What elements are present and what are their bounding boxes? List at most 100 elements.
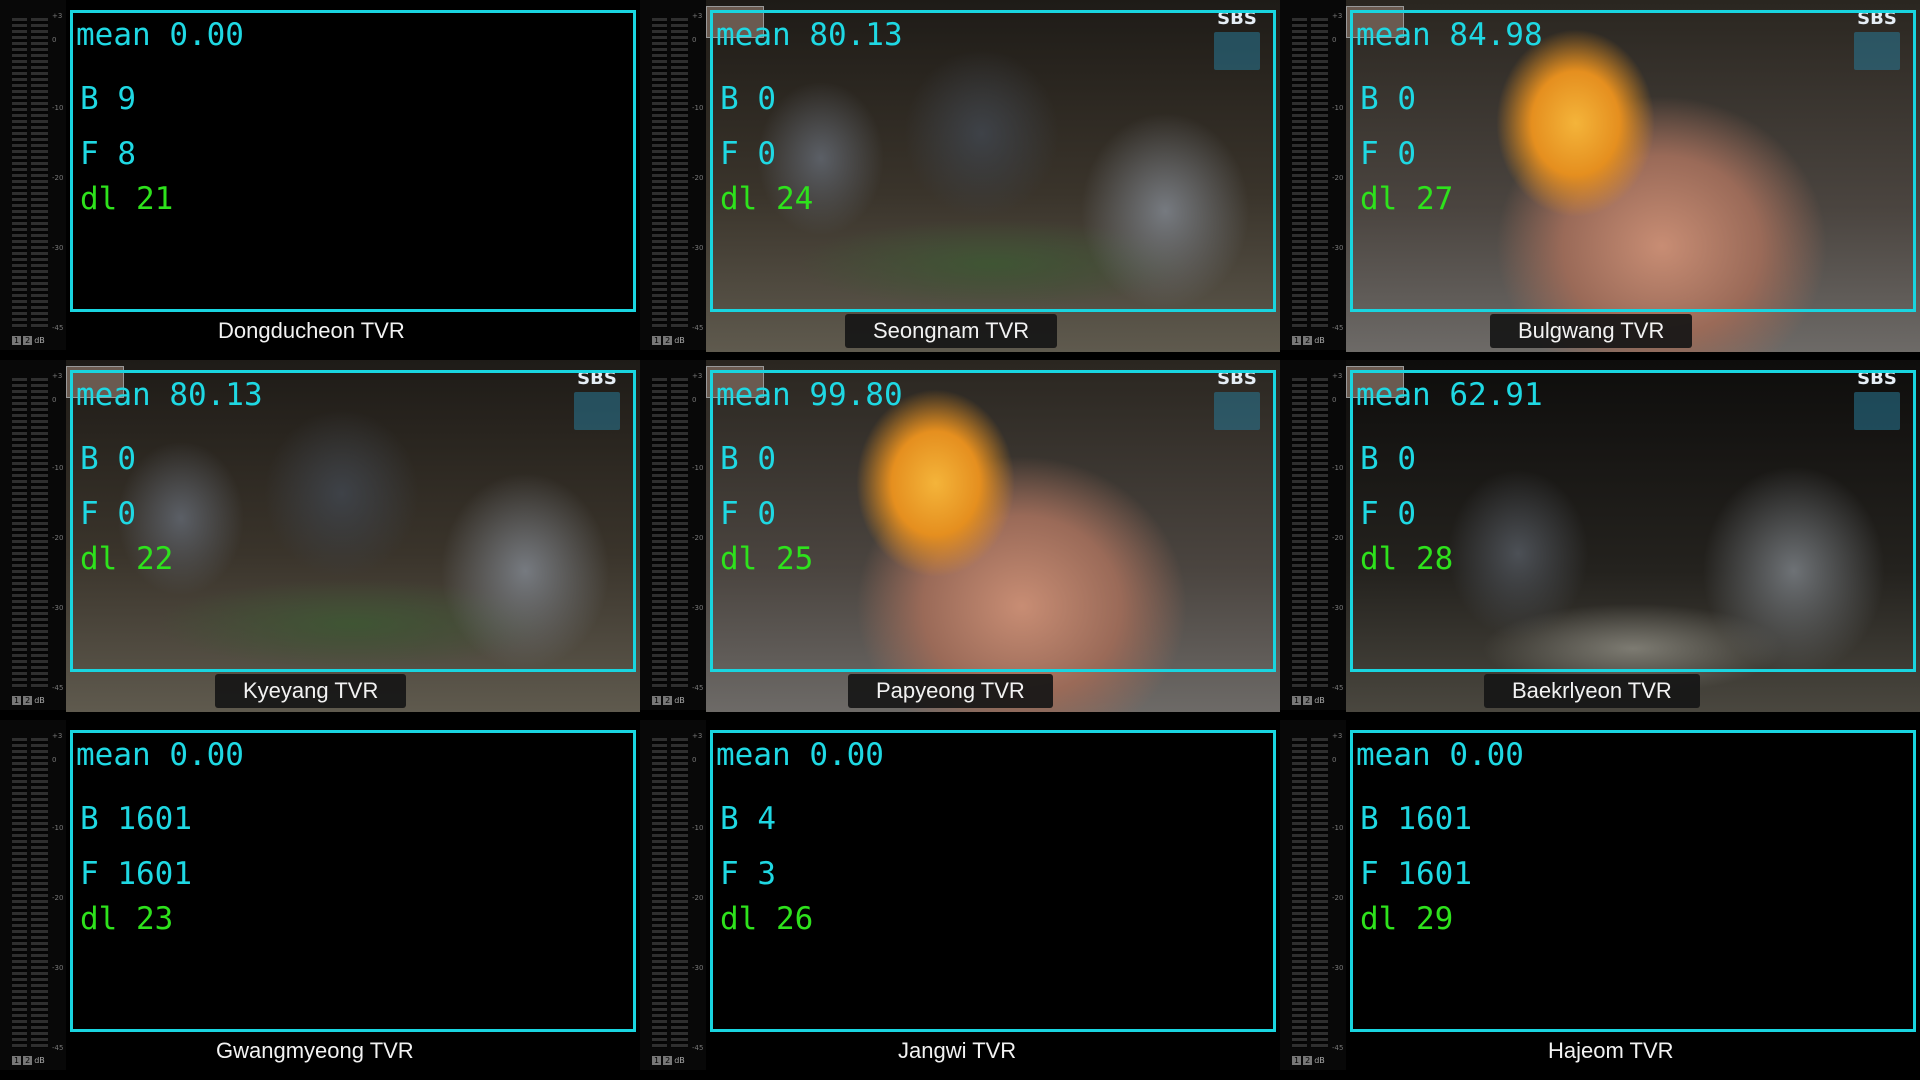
channel-label: Gwangmyeong TVR	[216, 1038, 414, 1063]
black-count: B 0	[80, 441, 136, 477]
audio-meter-bars	[1292, 738, 1328, 1048]
mean-readout: mean 0.00	[76, 737, 244, 773]
mean-readout: mean 80.13	[716, 17, 903, 53]
channel-label: Kyeyang TVR	[215, 674, 407, 708]
audio-meter-scale: +3 0 -10 -20 -30 -45	[692, 720, 706, 1070]
tile-hajeom[interactable]: +3 0 -10 -20 -30 -45 1 2 dB mean 0.00 B 16…	[1280, 720, 1920, 1080]
audio-meter: +3 0 -10 -20 -30 -45 1 2 dB	[0, 360, 66, 710]
scale-label: -20	[692, 534, 704, 542]
scale-label: -10	[1332, 104, 1344, 112]
channel-2: 2	[1303, 696, 1313, 705]
roi-box	[710, 10, 1276, 312]
meter-unit: dB	[1314, 336, 1325, 345]
audio-meter-bars	[1292, 378, 1328, 688]
delay-readout: dl 22	[80, 541, 174, 577]
scale-label: -30	[52, 604, 64, 612]
audio-meter: +3 0 -10 -20 -30 -45 1 2 dB	[640, 360, 706, 710]
freeze-count: F 8	[80, 136, 136, 172]
black-count: B 1601	[1360, 801, 1472, 837]
channel-label: Dongducheon TVR	[218, 318, 405, 343]
audio-channels: 1 2 dB	[1292, 1056, 1325, 1065]
channel-label: Jangwi TVR	[898, 1038, 1017, 1063]
audio-meter-scale: +3 0 -10 -20 -30 -45	[1332, 720, 1346, 1070]
audio-channels: 1 2 dB	[12, 1056, 45, 1065]
channel-2: 2	[663, 336, 673, 345]
black-count: B 1601	[80, 801, 192, 837]
audio-channels: 1 2 dB	[12, 696, 45, 705]
scale-label: -20	[52, 174, 64, 182]
tile-bulgwang[interactable]: +3 0 -10 -20 -30 -45 1 2 dB SBS mean 84.98…	[1280, 0, 1920, 360]
mean-readout: mean 0.00	[76, 17, 244, 53]
black-count: B 0	[1360, 441, 1416, 477]
audio-meter-bars	[652, 738, 688, 1048]
tile-jangwi[interactable]: +3 0 -10 -20 -30 -45 1 2 dB mean 0.00 B 4 …	[640, 720, 1280, 1080]
audio-meter-scale: +3 0 -10 -20 -30 -45	[1332, 360, 1346, 710]
scale-label: -45	[52, 684, 64, 692]
scale-label: -30	[1332, 964, 1344, 972]
channel-1: 1	[1292, 696, 1302, 705]
delay-readout: dl 26	[720, 901, 814, 937]
channel-1: 1	[1292, 1056, 1302, 1065]
mean-readout: mean 62.91	[1356, 377, 1543, 413]
scale-label: +3	[52, 732, 63, 740]
audio-meter: +3 0 -10 -20 -30 -45 1 2 dB	[1280, 0, 1346, 350]
scale-label: +3	[1332, 12, 1343, 20]
meter-unit: dB	[34, 336, 45, 345]
audio-channels: 1 2 dB	[652, 1056, 685, 1065]
audio-meter: +3 0 -10 -20 -30 -45 1 2 dB	[640, 0, 706, 350]
channel-2: 2	[23, 1056, 33, 1065]
scale-label: -30	[1332, 244, 1344, 252]
channel-2: 2	[663, 1056, 673, 1065]
delay-readout: dl 23	[80, 901, 174, 937]
scale-label: -10	[52, 464, 64, 472]
scale-label: -30	[692, 964, 704, 972]
audio-meter-bars	[12, 738, 48, 1048]
tile-papyeong[interactable]: +3 0 -10 -20 -30 -45 1 2 dB SBS mean 99.80…	[640, 360, 1280, 720]
scale-label: -10	[52, 104, 64, 112]
channel-1: 1	[652, 336, 662, 345]
scale-label: -45	[692, 684, 704, 692]
tile-seongnam[interactable]: +3 0 -10 -20 -30 -45 1 2 dB SBS mean 80.13…	[640, 0, 1280, 360]
scale-label: +3	[692, 372, 703, 380]
freeze-count: F 0	[720, 496, 776, 532]
audio-meter: +3 0 -10 -20 -30 -45 1 2 dB	[640, 720, 706, 1070]
roi-box	[70, 10, 636, 312]
audio-meter-bars	[652, 378, 688, 688]
meter-unit: dB	[34, 1056, 45, 1065]
audio-meter-bars	[1292, 18, 1328, 328]
channel-2: 2	[23, 696, 33, 705]
freeze-count: F 0	[80, 496, 136, 532]
scale-label: +3	[52, 12, 63, 20]
multiviewer-grid: +3 0 -10 -20 -30 -45 1 2 dB mean 0.00 B 9 …	[0, 0, 1920, 1080]
audio-meter-scale: +3 0 -10 -20 -30 -45	[52, 0, 66, 350]
scale-label: +3	[692, 732, 703, 740]
channel-label: Baekrlyeon TVR	[1484, 674, 1700, 708]
delay-readout: dl 28	[1360, 541, 1454, 577]
delay-readout: dl 25	[720, 541, 814, 577]
scale-label: 0	[52, 36, 57, 44]
scale-label: -45	[692, 324, 704, 332]
audio-meter-bars	[12, 18, 48, 328]
scale-label: -20	[1332, 534, 1344, 542]
scale-label: -30	[692, 244, 704, 252]
tile-dongducheon[interactable]: +3 0 -10 -20 -30 -45 1 2 dB mean 0.00 B 9 …	[0, 0, 640, 360]
audio-channels: 1 2 dB	[652, 336, 685, 345]
meter-unit: dB	[674, 1056, 685, 1065]
tile-baekrlyeon[interactable]: +3 0 -10 -20 -30 -45 1 2 dB SBS mean 62.91…	[1280, 360, 1920, 720]
scale-label: -10	[692, 824, 704, 832]
black-count: B 4	[720, 801, 776, 837]
freeze-count: F 0	[720, 136, 776, 172]
scale-label: -20	[1332, 894, 1344, 902]
channel-1: 1	[12, 336, 22, 345]
audio-meter: +3 0 -10 -20 -30 -45 1 2 dB	[0, 0, 66, 350]
channel-1: 1	[652, 1056, 662, 1065]
tile-kyeyang[interactable]: +3 0 -10 -20 -30 -45 1 2 dB SBS mean 80.13…	[0, 360, 640, 720]
delay-readout: dl 27	[1360, 181, 1454, 217]
scale-label: +3	[52, 372, 63, 380]
scale-label: -10	[1332, 824, 1344, 832]
audio-meter-bars	[652, 18, 688, 328]
tile-gwangmyeong[interactable]: +3 0 -10 -20 -30 -45 1 2 dB mean 0.00 B 16…	[0, 720, 640, 1080]
channel-label: Papyeong TVR	[848, 674, 1053, 708]
freeze-count: F 1601	[1360, 856, 1472, 892]
channel-label: Hajeom TVR	[1548, 1038, 1674, 1063]
